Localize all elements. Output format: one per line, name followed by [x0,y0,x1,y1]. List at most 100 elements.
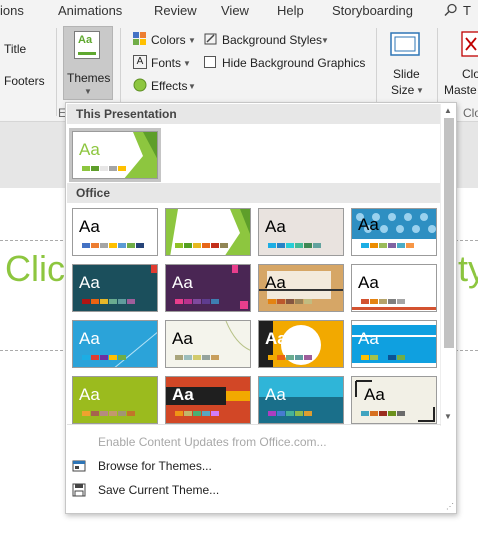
theme-wisp[interactable]: Aa [72,320,158,368]
theme-slice[interactable]: Aa [351,264,437,312]
theme-retrospect[interactable]: Aa [258,264,344,312]
theme-swatches [82,243,145,248]
browse-themes-icon [72,459,86,473]
ribbon-tabs: ions Animations Review View Help Storybo… [0,0,478,22]
chevron-down-icon: ▼ [188,36,196,45]
tab-view[interactable]: View [221,3,249,18]
chevron-down-icon: ▼ [188,82,196,91]
theme-swatches [175,299,220,304]
effects-icon [133,78,147,92]
theme-swatches [82,411,136,416]
theme-sample-text: Aa [79,273,100,292]
theme-sample-text: Aa [172,385,194,404]
group-label-fragment: Clo [463,106,478,120]
theme-office[interactable]: Aa [72,208,158,256]
theme-basis[interactable]: Aa [72,376,158,424]
theme-sample-text: Aa [265,385,286,404]
background-styles-icon [204,32,218,46]
slide-title-left[interactable]: Clic [5,248,65,290]
themes-label: Themes [67,71,111,85]
theme-swatches [82,299,136,304]
theme-organic[interactable]: Aa [165,264,251,312]
theme-current[interactable]: Aa [69,128,161,182]
tab-review[interactable]: Review [154,3,197,18]
enable-content-updates-item: Enable Content Updates from Office.com..… [98,435,327,449]
theme-sample-text: Aa [172,273,193,292]
theme-swatches [268,243,322,248]
theme-celestial[interactable]: Aa [258,376,344,424]
themes-icon: Aa [74,31,100,59]
theme-facet[interactable]: Aa [165,208,251,256]
theme-swatches [268,355,313,360]
theme-berlin[interactable]: Aa [165,376,251,424]
colors-button[interactable]: Colors [151,33,186,47]
theme-sample-text: Aa [79,217,100,236]
chevron-down-icon: ▼ [416,86,424,95]
theme-sample-text: Aa [79,385,100,404]
theme-swatches [175,411,220,416]
tab-tell-me[interactable]: T [463,3,471,18]
theme-integral[interactable]: Aa [258,208,344,256]
theme-swatches [175,243,229,248]
theme-sample-text: Aa [79,140,100,159]
save-icon [72,483,86,497]
search-icon[interactable] [444,3,458,20]
slide-size-label-2[interactable]: Size [391,83,414,97]
menu-divider [67,424,441,425]
chevron-down-icon: ▼ [321,36,329,45]
section-this-presentation: This Presentation [67,104,440,124]
fonts-icon: A [133,55,147,69]
theme-swatches [361,411,406,416]
scroll-thumb[interactable] [444,118,454,348]
scroll-down-icon[interactable]: ▼ [444,412,452,421]
slide-size-label-1[interactable]: Slide [393,67,420,81]
theme-frame[interactable]: Aa [351,376,437,424]
theme-ion[interactable]: Aa [72,264,158,312]
scroll-up-icon[interactable]: ▲ [444,106,452,115]
theme-sample-text: Aa [172,329,193,348]
theme-sample-text: Aa [358,215,379,234]
resize-grip-icon[interactable]: ⋰ [446,502,454,511]
theme-badge[interactable]: Aa [258,320,344,368]
hide-background-label: Hide Background Graphics [222,56,366,70]
theme-sample-text: Aa [358,329,379,348]
theme-banded[interactable]: Aa [351,320,437,368]
themes-button[interactable]: Aa Themes ▼ [63,26,113,100]
tab-storyboarding[interactable]: Storyboarding [332,3,413,18]
slide-title-right[interactable]: ty [458,248,478,290]
effects-button[interactable]: Effects [151,79,187,93]
tab-animations[interactable]: Animations [58,3,122,18]
fonts-button[interactable]: Fonts [151,56,181,70]
theme-sample-text: Aa [265,273,286,292]
slide-size-icon [390,30,422,60]
save-current-theme-item[interactable]: Save Current Theme... [98,483,219,497]
theme-swatches [361,243,415,248]
theme-wood[interactable]: Aa [165,320,251,368]
theme-sample-text: Aa [265,329,287,348]
chevron-down-icon: ▼ [183,59,191,68]
close-master-label-2[interactable]: Maste [444,83,477,97]
theme-swatches [82,166,127,171]
ribbon-separator [56,28,57,116]
browse-themes-item[interactable]: Browse for Themes... [98,459,212,473]
themes-gallery: This Presentation Aa Office Aa Aa Aa Aa … [65,102,457,514]
background-styles-button[interactable]: Background Styles [222,33,322,47]
theme-sample-text: Aa [358,273,379,292]
theme-swatches [268,411,313,416]
colors-icon [133,32,147,46]
close-master-label-1[interactable]: Clo [462,67,478,81]
gallery-scrollbar[interactable]: ▲ ▼ [440,104,456,426]
theme-swatches [268,299,313,304]
header-footer-footers[interactable]: Footers [4,74,45,88]
theme-ion-boardroom[interactable]: Aa [351,208,437,256]
theme-swatches [361,299,406,304]
theme-swatches [175,355,220,360]
tab-help[interactable]: Help [277,3,304,18]
header-footer-title[interactable]: Title [4,42,26,56]
hide-background-checkbox[interactable] [204,56,216,68]
section-office: Office [67,183,440,203]
theme-sample-text: Aa [364,385,385,404]
theme-sample-text: Aa [176,217,197,236]
tab-transitions[interactable]: ions [0,3,24,18]
theme-swatches [361,355,406,360]
